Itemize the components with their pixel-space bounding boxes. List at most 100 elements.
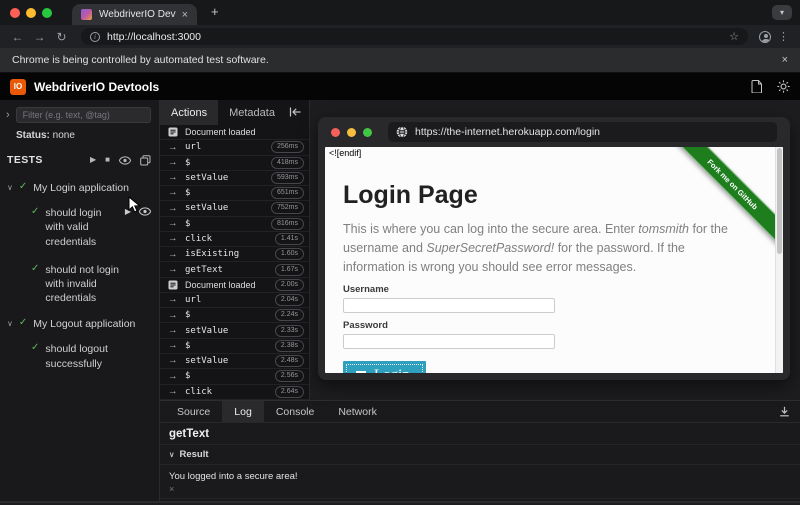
address-url[interactable]: http://localhost:3000 xyxy=(107,31,722,43)
action-time-badge: 752ms xyxy=(271,202,304,214)
action-row[interactable]: →setValue593ms xyxy=(160,171,309,186)
tab-network[interactable]: Network xyxy=(326,401,389,422)
action-row[interactable]: →setValue752ms xyxy=(160,201,309,216)
login-button[interactable]: Login xyxy=(343,361,426,373)
action-row[interactable]: Document loaded xyxy=(160,125,309,140)
test-group-name: My Login application xyxy=(33,181,129,195)
replay-page: <![endif] Fork me on GitHub Login Page T… xyxy=(325,147,783,373)
action-row[interactable]: →getText1.67s xyxy=(160,262,309,277)
tab-close-icon[interactable]: × xyxy=(176,9,188,21)
sidebar-collapse-icon[interactable]: › xyxy=(6,110,10,121)
replay-url: https://the-internet.herokuapp.com/login xyxy=(415,126,600,138)
command-arrow-icon: → xyxy=(168,387,178,397)
action-label: setValue xyxy=(185,173,264,183)
chevron-down-icon[interactable]: ∨ xyxy=(7,317,13,328)
command-arrow-icon: → xyxy=(168,234,178,244)
page-info-icon[interactable]: i xyxy=(90,32,100,42)
action-row[interactable]: →$2.56s xyxy=(160,369,309,384)
username-input[interactable] xyxy=(343,298,555,313)
password-input[interactable] xyxy=(343,334,555,349)
action-row[interactable]: →$2.38s xyxy=(160,339,309,354)
highlight-eye-icon[interactable] xyxy=(139,207,151,216)
command-arrow-icon: → xyxy=(168,158,178,168)
window-zoom-button[interactable] xyxy=(42,8,52,18)
action-row[interactable]: →url2.04s xyxy=(160,293,309,308)
action-row[interactable]: →$816ms xyxy=(160,217,309,232)
action-time-badge: 2.24s xyxy=(275,309,304,321)
result-section-header[interactable]: ∨ Result xyxy=(160,445,800,465)
new-tab-button[interactable]: + xyxy=(197,4,219,22)
banner-close-icon[interactable]: × xyxy=(782,54,788,66)
result-label: Result xyxy=(180,449,209,460)
result-dismiss-icon[interactable]: × xyxy=(169,484,791,494)
action-row[interactable]: →$418ms xyxy=(160,156,309,171)
browser-menu-icon[interactable]: ⋮ xyxy=(776,30,791,43)
tab-actions[interactable]: Actions xyxy=(160,100,218,125)
test-group-header[interactable]: ∨✓My Login application xyxy=(0,176,159,199)
action-label: url xyxy=(185,142,264,152)
command-arrow-icon: → xyxy=(168,295,178,305)
back-icon[interactable]: ← xyxy=(9,31,26,43)
address-bar[interactable]: i http://localhost:3000 ☆ xyxy=(81,28,748,45)
browser-tabstrip: WebdriverIO Devtools × + ▾ xyxy=(0,0,800,25)
download-log-icon[interactable] xyxy=(779,406,790,417)
replay-address-bar: https://the-internet.herokuapp.com/login xyxy=(388,122,777,142)
action-row[interactable]: Document loaded2.00s xyxy=(160,278,309,293)
spec-hover-actions: ▶ xyxy=(125,206,155,216)
collapse-panel-icon[interactable] xyxy=(289,107,301,117)
username-label: Username xyxy=(343,284,743,295)
profile-avatar-icon[interactable] xyxy=(759,31,771,43)
webdriverio-logo: IO xyxy=(10,79,26,95)
tab-source[interactable]: Source xyxy=(165,401,222,422)
action-row[interactable]: →click1.41s xyxy=(160,232,309,247)
replay-window-controls xyxy=(331,128,372,137)
test-tree: ∨✓My Login application✓should login with… xyxy=(0,170,159,378)
automation-banner-text: Chrome is being controlled by automated … xyxy=(12,54,269,66)
command-arrow-icon: → xyxy=(168,311,178,321)
tab-metadata[interactable]: Metadata xyxy=(218,100,286,125)
command-arrow-icon: → xyxy=(168,250,178,260)
watch-eye-icon[interactable] xyxy=(119,156,131,165)
filter-input[interactable] xyxy=(16,107,151,123)
collapse-panel-button[interactable] xyxy=(289,104,309,122)
action-row[interactable]: →$651ms xyxy=(160,186,309,201)
fork-me-ribbon[interactable]: Fork me on GitHub xyxy=(667,147,775,250)
tab-console[interactable]: Console xyxy=(264,401,327,422)
tab-search-button[interactable]: ▾ xyxy=(772,5,792,20)
copy-layers-icon[interactable] xyxy=(140,155,151,166)
theme-toggle-sun-icon[interactable] xyxy=(777,80,790,93)
forward-icon[interactable]: → xyxy=(31,31,48,43)
action-row[interactable]: →setValue2.48s xyxy=(160,354,309,369)
action-row[interactable]: →url256ms xyxy=(160,140,309,155)
page-scrollbar[interactable] xyxy=(775,147,783,373)
window-close-button[interactable] xyxy=(10,8,20,18)
action-row[interactable]: →isExisting1.60s xyxy=(160,247,309,262)
bookmark-star-icon[interactable]: ☆ xyxy=(729,30,739,43)
window-controls xyxy=(0,8,52,25)
command-arrow-icon: → xyxy=(168,173,178,183)
command-arrow-icon: → xyxy=(168,143,178,153)
chevron-down-icon[interactable]: ∨ xyxy=(7,181,13,192)
page-scrollbar-thumb[interactable] xyxy=(777,148,782,254)
test-group-header[interactable]: ∨✓My Logout application xyxy=(0,312,159,335)
command-arrow-icon: → xyxy=(168,341,178,351)
report-file-icon[interactable] xyxy=(751,80,763,93)
browser-tab[interactable]: WebdriverIO Devtools × xyxy=(72,4,197,25)
action-label: url xyxy=(185,295,268,305)
action-time-badge: 651ms xyxy=(271,187,304,199)
stop-icon[interactable]: ■ xyxy=(105,156,110,164)
run-all-play-icon[interactable]: ▶ xyxy=(90,156,96,164)
tab-log[interactable]: Log xyxy=(222,401,264,422)
window-minimize-button[interactable] xyxy=(26,8,36,18)
test-spec-row[interactable]: ✓should not login with invalid credentia… xyxy=(0,256,159,313)
reload-icon[interactable]: ↻ xyxy=(53,31,70,43)
passed-check-icon: ✓ xyxy=(31,342,39,354)
result-chevron-icon: ∨ xyxy=(169,450,175,459)
action-row[interactable]: →setValue2.33s xyxy=(160,323,309,338)
action-row[interactable]: →click2.64s xyxy=(160,385,309,400)
test-spec-row[interactable]: ✓should logout successfully xyxy=(0,335,159,377)
action-row[interactable]: →$2.24s xyxy=(160,308,309,323)
globe-icon xyxy=(396,126,408,138)
run-spec-play-icon[interactable]: ▶ xyxy=(125,208,131,216)
test-spec-row[interactable]: ✓should login with valid credentials▶ xyxy=(0,199,159,256)
